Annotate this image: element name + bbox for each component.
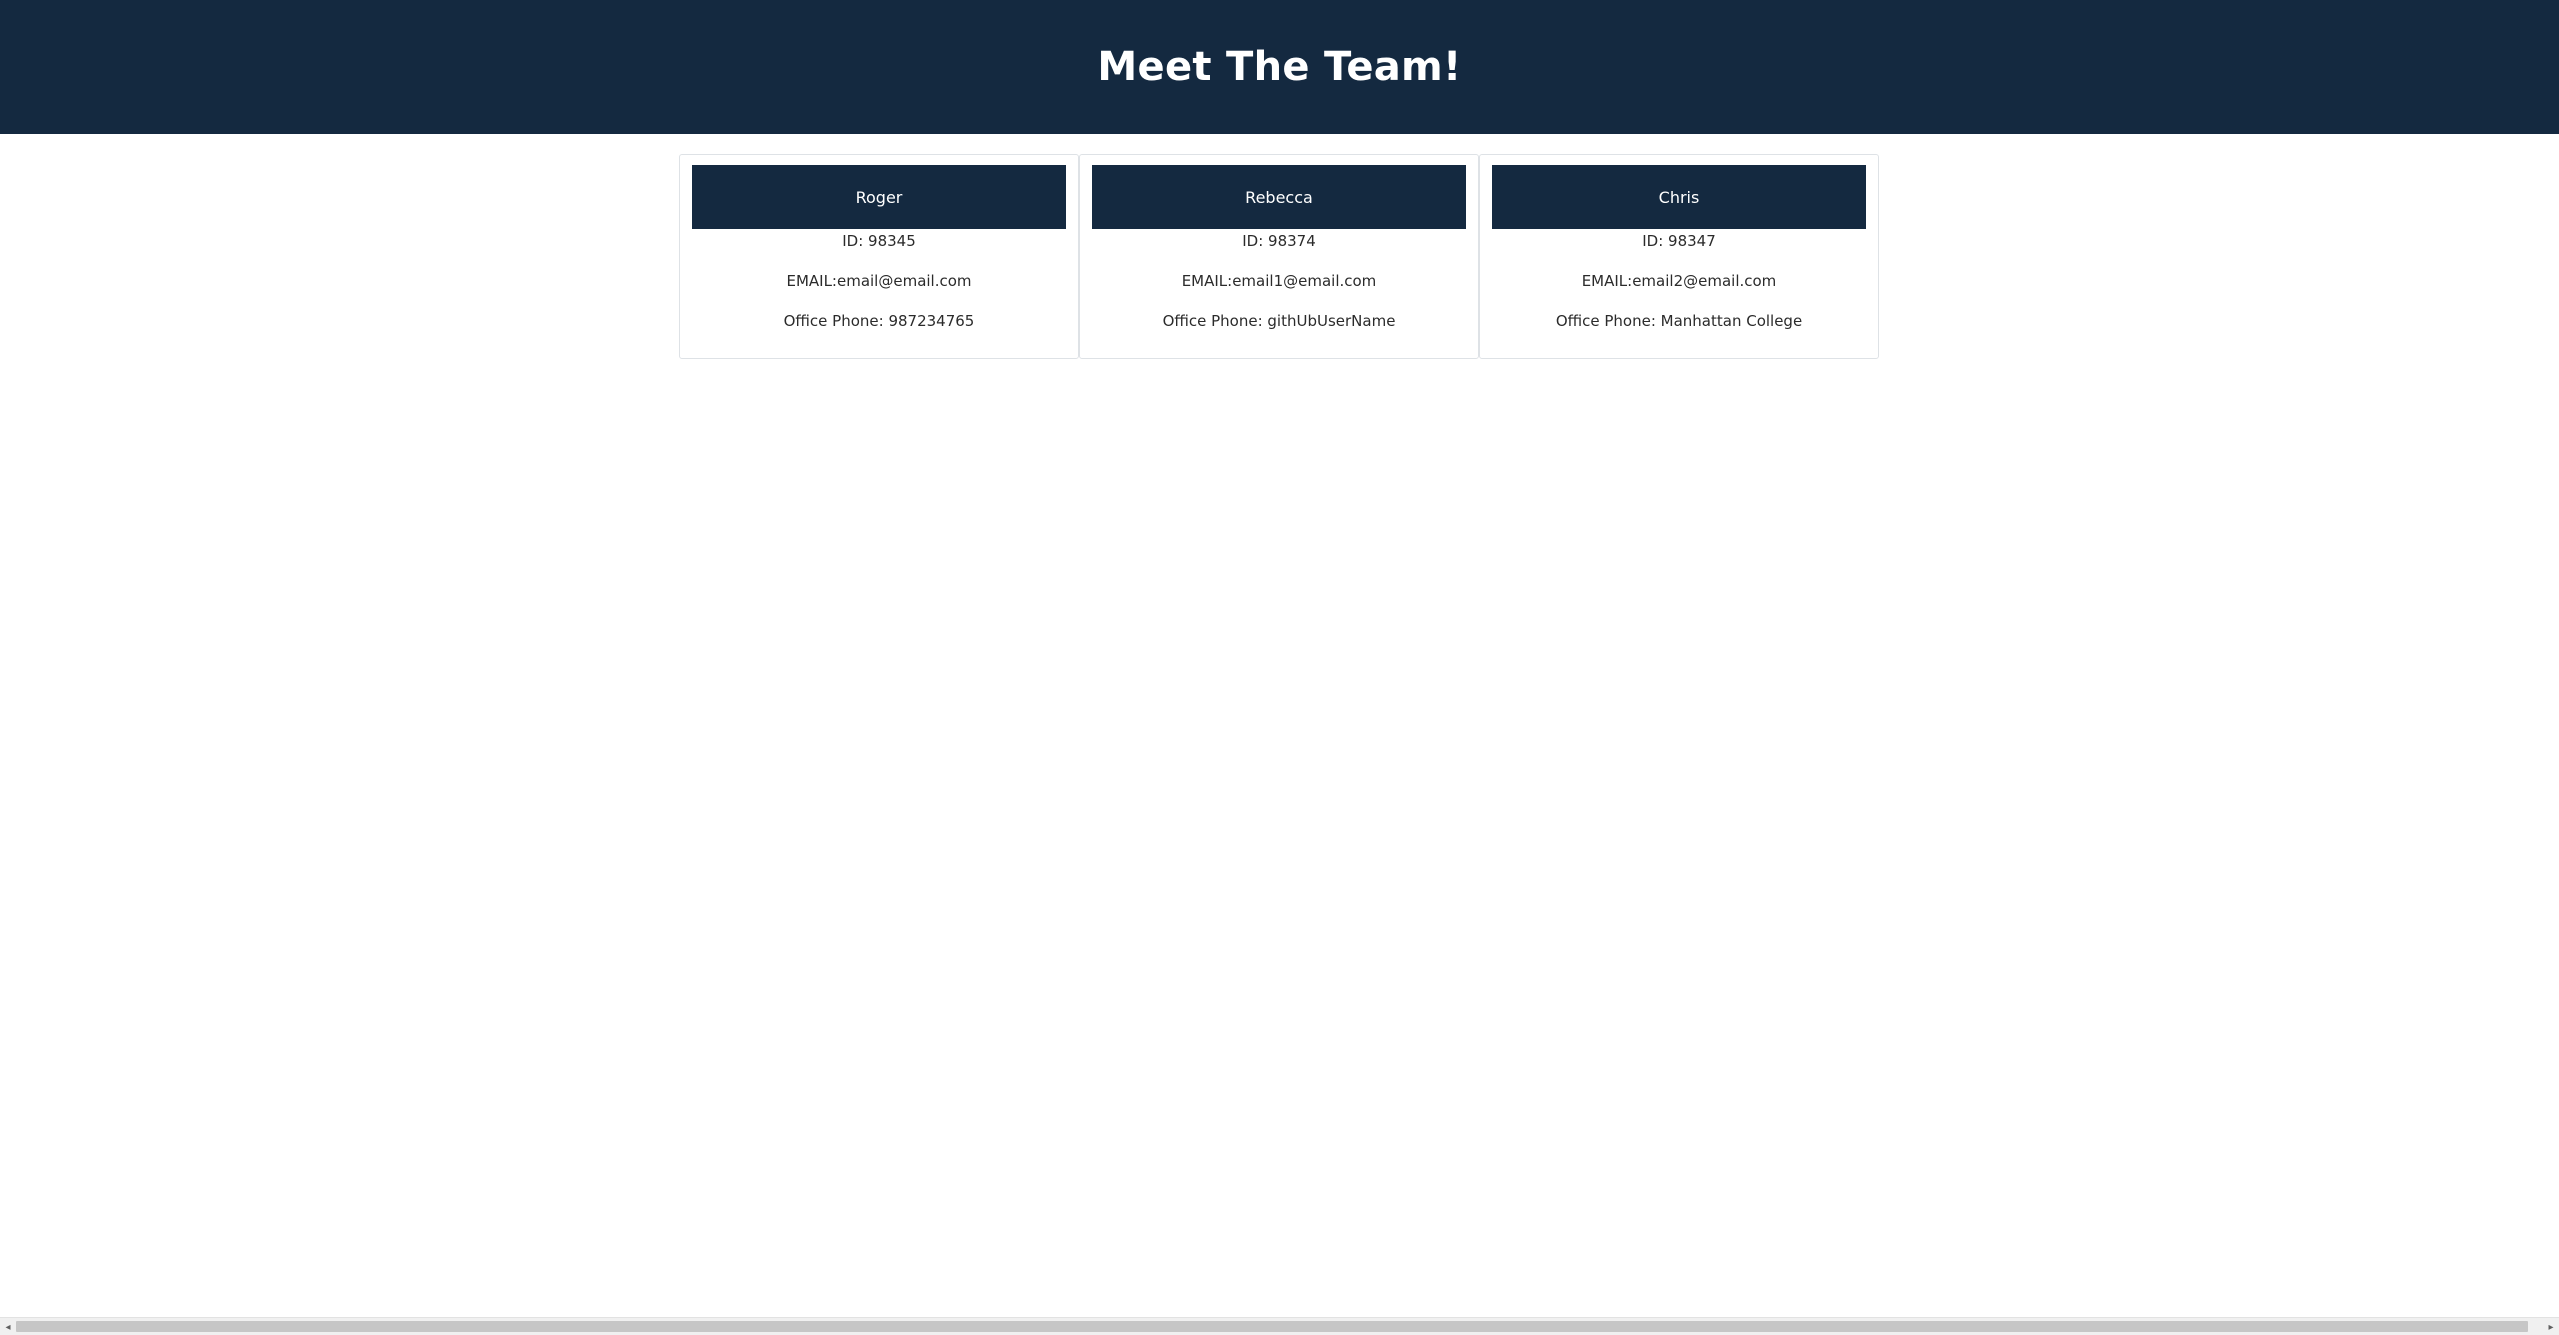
scroll-right-arrow-icon[interactable]: ▸ (2543, 1318, 2559, 1335)
member-name: Rebecca (1245, 187, 1313, 207)
scrollbar-thumb[interactable] (16, 1321, 2528, 1332)
team-card-list: Roger ID: 98345 EMAIL:email@email.com Of… (679, 154, 1879, 359)
team-card-roger: Roger ID: 98345 EMAIL:email@email.com Of… (679, 154, 1079, 359)
member-email: EMAIL:email1@email.com (1181, 272, 1377, 290)
scroll-left-arrow-icon[interactable]: ◂ (0, 1318, 16, 1335)
page-title: Meet The Team! (1097, 44, 1462, 90)
member-office-phone: Office Phone: githUbUserName (1162, 312, 1396, 330)
member-id: ID: 98347 (1642, 232, 1716, 250)
member-email: EMAIL:email2@email.com (1581, 272, 1777, 290)
card-header: Roger (692, 165, 1066, 229)
team-card-chris: Chris ID: 98347 EMAIL:email2@email.com O… (1479, 154, 1879, 359)
member-id: ID: 98374 (1242, 232, 1316, 250)
member-name: Roger (855, 187, 903, 207)
member-id: ID: 98345 (842, 232, 916, 250)
horizontal-scrollbar[interactable]: ◂ ▸ (0, 1317, 2559, 1335)
member-office-phone: Office Phone: Manhattan College (1555, 312, 1803, 330)
card-header: Rebecca (1092, 165, 1466, 229)
page: Meet The Team! Roger ID: 98345 EMAIL:ema… (0, 0, 2559, 1335)
card-header: Chris (1492, 165, 1866, 229)
member-office-phone: Office Phone: 987234765 (783, 312, 975, 330)
team-card-rebecca: Rebecca ID: 98374 EMAIL:email1@email.com… (1079, 154, 1479, 359)
member-email: EMAIL:email@email.com (786, 272, 972, 290)
page-header: Meet The Team! (0, 0, 2559, 134)
member-name: Chris (1658, 187, 1700, 207)
